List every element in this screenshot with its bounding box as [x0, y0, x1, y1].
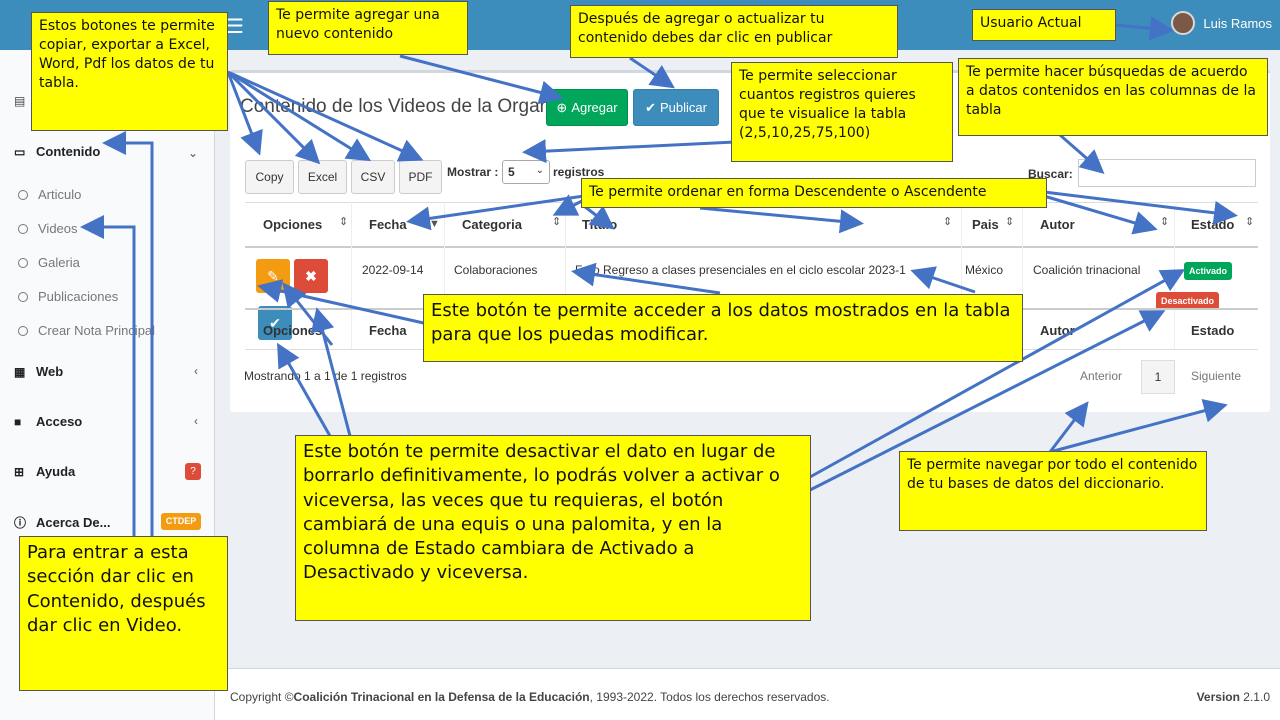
copyright-text: Copyright ©Coalición Trinacional en la D…	[230, 690, 830, 704]
note-enter: Para entrar a esta sección dar clic en C…	[19, 536, 228, 691]
foot-fecha: Fecha	[369, 323, 407, 338]
chevron-down-icon: ⌄	[187, 146, 198, 160]
version-text: Version 2.1.0	[1196, 690, 1270, 704]
sidebar-item-publicaciones[interactable]: Publicaciones	[18, 289, 118, 304]
note-nav: Te permite navegar por todo el contenido…	[899, 451, 1207, 531]
laptop-icon: ▭	[14, 144, 26, 159]
add-button[interactable]: ⊕ Agregar	[546, 89, 628, 126]
plus-square-icon: ⊞	[14, 464, 25, 479]
col-opciones[interactable]: Opciones	[263, 217, 322, 232]
sidebar-item-videos[interactable]: Videos	[18, 221, 78, 236]
ctdep-badge: CTDEP	[161, 513, 201, 530]
foot-opciones: Opciones	[263, 323, 323, 338]
cell-autor: Coalición trinacional	[1033, 263, 1141, 277]
status-badge-active: Activado	[1184, 262, 1233, 280]
search-input[interactable]	[1078, 159, 1256, 187]
chevron-left-icon: ‹	[194, 414, 198, 428]
page-number-button[interactable]: 1	[1141, 360, 1175, 394]
copy-button[interactable]: Copy	[245, 160, 294, 194]
col-categoria[interactable]: Categoria	[462, 217, 522, 232]
publish-button[interactable]: ✔ Publicar	[633, 89, 719, 126]
help-badge: ?	[185, 463, 201, 480]
plus-circle-icon: ⊕	[556, 99, 568, 115]
sort-icon[interactable]: ⇕	[339, 215, 348, 228]
excel-button[interactable]: Excel	[298, 160, 347, 194]
note-toggle: Este botón te permite desactivar el dato…	[295, 435, 811, 621]
foot-estado: Estado	[1191, 323, 1235, 338]
info-icon: ⓘ	[14, 516, 27, 530]
sidebar-item-web[interactable]: ▦ Web	[14, 364, 63, 379]
sort-icon[interactable]: ⇕	[552, 215, 561, 228]
sidebar-item-acceso[interactable]: ■ Acceso	[14, 414, 82, 429]
csv-button[interactable]: CSV	[351, 160, 395, 194]
col-titulo[interactable]: Titulo	[582, 217, 617, 232]
menu-toggle-icon[interactable]: ☰	[226, 14, 244, 39]
note-export: Estos botones te permite copiar, exporta…	[31, 12, 228, 131]
pdf-button[interactable]: PDF	[399, 160, 442, 194]
show-label: Mostrar :	[447, 165, 499, 179]
note-select: Te permite seleccionar cuantos registros…	[731, 62, 953, 162]
cell-pais: México	[965, 263, 1004, 277]
grid-icon: ▦	[14, 364, 26, 379]
col-autor[interactable]: Autor	[1040, 217, 1075, 232]
cell-fecha: 2022-09-14	[362, 263, 424, 277]
sort-icon[interactable]: ⇕	[1245, 215, 1254, 228]
edit-button[interactable]: ✎	[256, 259, 290, 293]
page-size-select[interactable]: 5 ⌄	[502, 160, 550, 184]
cell-categoria: Colaboraciones	[454, 263, 538, 277]
col-pais[interactable]: Pais	[972, 217, 999, 232]
sort-icon[interactable]: ⇕	[943, 215, 952, 228]
sort-icon[interactable]: ⇕	[1005, 215, 1014, 228]
table-info: Mostrando 1 a 1 de 1 registros	[244, 369, 407, 383]
note-publish: Después de agregar o actualizar tu conte…	[570, 5, 898, 58]
sort-icon[interactable]: ⇕	[1160, 215, 1169, 228]
pencil-icon: ✎	[267, 267, 279, 284]
cell-titulo: Foro Regreso a clases presenciales en el…	[575, 263, 906, 277]
sidebar-item-galeria[interactable]: Galeria	[18, 255, 80, 270]
sort-desc-icon[interactable]: ▼	[429, 218, 440, 230]
user-menu[interactable]: Luis Ramos	[1171, 11, 1272, 35]
chevron-down-icon: ⌄	[535, 165, 544, 176]
records-label: registros	[553, 165, 605, 179]
col-estado[interactable]: Estado	[1191, 217, 1234, 232]
close-icon: ✖	[305, 267, 317, 284]
deactivate-button[interactable]: ✖	[294, 259, 328, 293]
next-page-link[interactable]: Siguiente	[1191, 369, 1241, 383]
sidebar-item-ayuda[interactable]: ⊞ Ayuda	[14, 464, 75, 479]
user-name: Luis Ramos	[1203, 15, 1272, 31]
note-user: Usuario Actual	[972, 9, 1116, 41]
note-add: Te permite agregar una nuevo contenido	[268, 1, 468, 55]
sidebar-item-contenido[interactable]: ▭ Contenido	[14, 144, 204, 159]
note-sort: Te permite ordenar en forma Descendente …	[581, 178, 1047, 208]
sidebar-item-crear-nota[interactable]: Crear Nota Principal	[18, 323, 155, 338]
sidebar-item-articulo[interactable]: Articulo	[18, 187, 81, 202]
sidebar-item-acerca[interactable]: ⓘ Acerca De...	[14, 514, 110, 531]
check-icon: ✔	[645, 99, 656, 115]
chevron-left-icon: ‹	[194, 364, 198, 378]
note-search: Te permite hacer búsquedas de acuerdo a …	[958, 58, 1268, 136]
prev-page-link[interactable]: Anterior	[1080, 369, 1122, 383]
col-fecha[interactable]: Fecha	[369, 217, 407, 232]
note-edit: Este botón te permite acceder a los dato…	[423, 294, 1023, 362]
avatar	[1171, 11, 1196, 35]
foot-autor: Autor	[1040, 323, 1075, 338]
folder-icon: ■	[14, 414, 22, 429]
